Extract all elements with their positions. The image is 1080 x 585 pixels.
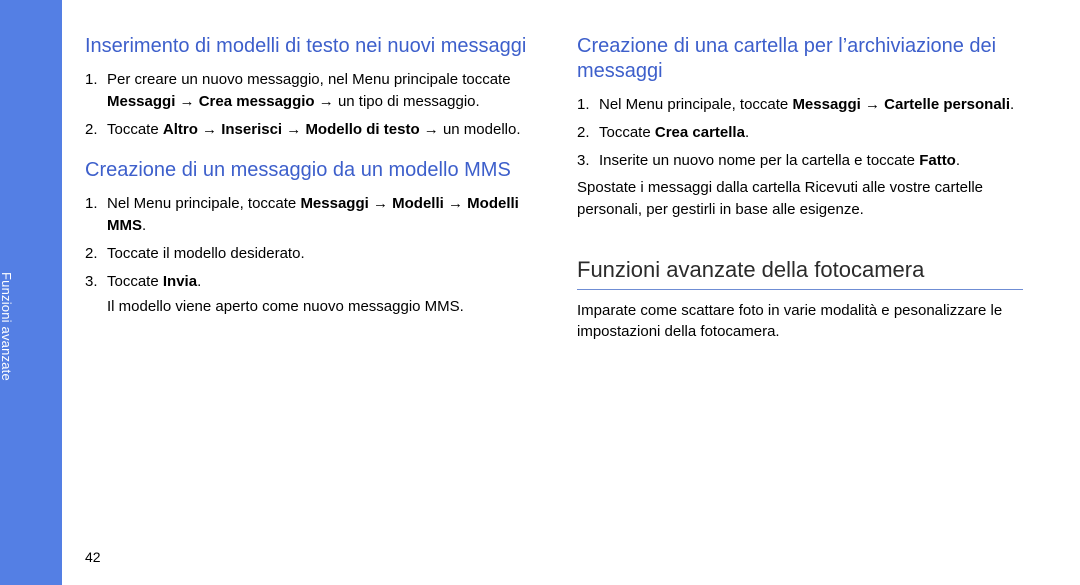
paragraph-move-messages: Spostate i messaggi dalla cartella Ricev…	[577, 177, 1023, 221]
right-column: Creazione di una cartella per l’archivia…	[577, 34, 1023, 342]
step-text: un tipo di messaggio.	[338, 93, 480, 110]
bold-text: Modello di testo	[305, 121, 419, 138]
arrow-icon: →	[175, 93, 198, 110]
sidebar-label: Funzioni avanzate	[0, 272, 14, 381]
step-item: Toccate Invia. Il modello viene aperto c…	[85, 271, 531, 319]
arrow-icon: →	[315, 93, 338, 110]
step-item: Nel Menu principale, toccate Messaggi → …	[577, 94, 1023, 116]
arrow-icon: →	[420, 121, 443, 138]
page-number: 42	[85, 549, 101, 565]
heading-insert-templates: Inserimento di modelli di testo nei nuov…	[85, 34, 531, 59]
step-item: Nel Menu principale, toccate Messaggi → …	[85, 193, 531, 237]
bold-text: Messaggi	[107, 93, 175, 110]
step-text: Inserite un nuovo nome per la cartella e…	[599, 152, 919, 169]
step-text: Nel Menu principale, toccate	[599, 96, 792, 113]
steps-create-folder: Nel Menu principale, toccate Messaggi → …	[577, 94, 1023, 171]
bold-text: Messaggi	[300, 195, 368, 212]
bold-text: Altro	[163, 121, 198, 138]
bold-text: Invia	[163, 273, 197, 290]
bold-text: Fatto	[919, 152, 956, 169]
arrow-icon: →	[282, 121, 305, 138]
paragraph-camera-intro: Imparate come scattare foto in varie mod…	[577, 300, 1023, 342]
bold-text: Crea cartella	[655, 124, 745, 141]
heading-advanced-camera: Funzioni avanzate della fotocamera	[577, 257, 1023, 290]
step-followup: Il modello viene aperto come nuovo messa…	[107, 296, 531, 318]
steps-create-mms: Nel Menu principale, toccate Messaggi → …	[85, 193, 531, 318]
content-area: Inserimento di modelli di testo nei nuov…	[85, 34, 1045, 342]
heading-create-mms: Creazione di un messaggio da un modello …	[85, 158, 531, 183]
step-text: .	[956, 152, 960, 169]
bold-text: Modelli	[392, 195, 444, 212]
arrow-icon: →	[198, 121, 221, 138]
step-text: .	[745, 124, 749, 141]
heading-create-folder: Creazione di una cartella per l’archivia…	[577, 34, 1023, 84]
arrow-icon: →	[861, 96, 884, 113]
step-item: Toccate Crea cartella.	[577, 122, 1023, 144]
left-column: Inserimento di modelli di testo nei nuov…	[85, 34, 531, 342]
step-item: Inserite un nuovo nome per la cartella e…	[577, 150, 1023, 172]
steps-insert-templates: Per creare un nuovo messaggio, nel Menu …	[85, 69, 531, 140]
bold-text: Cartelle personali	[884, 96, 1010, 113]
arrow-icon: →	[444, 195, 467, 212]
step-item: Toccate Altro → Inserisci → Modello di t…	[85, 119, 531, 141]
step-text: Toccate	[107, 121, 163, 138]
step-text: Per creare un nuovo messaggio, nel Menu …	[107, 71, 511, 88]
step-text: .	[197, 273, 201, 290]
step-item: Per creare un nuovo messaggio, nel Menu …	[85, 69, 531, 113]
step-text: Toccate il modello desiderato.	[107, 245, 305, 262]
bold-text: Crea messaggio	[199, 93, 315, 110]
bold-text: Inserisci	[221, 121, 282, 138]
step-text: Toccate	[107, 273, 163, 290]
step-text: Toccate	[599, 124, 655, 141]
step-text: .	[142, 217, 146, 234]
step-item: Toccate il modello desiderato.	[85, 243, 531, 265]
manual-page: Funzioni avanzate Inserimento di modelli…	[0, 0, 1080, 585]
step-text: .	[1010, 96, 1014, 113]
step-text: Nel Menu principale, toccate	[107, 195, 300, 212]
step-text: un modello.	[443, 121, 521, 138]
arrow-icon: →	[369, 195, 392, 212]
bold-text: Messaggi	[792, 96, 860, 113]
